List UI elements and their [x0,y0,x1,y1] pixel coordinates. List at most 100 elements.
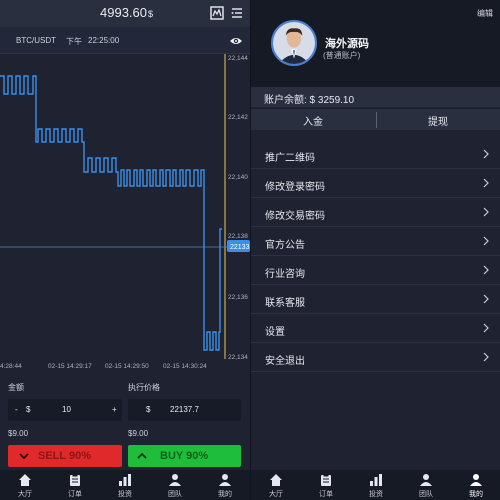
fund-actions: 入金 提现 [251,108,500,130]
menu-item-qrcode[interactable]: 推广二维码 [251,140,500,169]
menu-item-support[interactable]: 联系客服 [251,285,500,314]
balance-display: 4993.60$ [100,5,153,20]
menu-item-label: 修改交易密码 [265,211,325,222]
amount-field[interactable]: - $ 10 + [8,399,122,421]
tab-label: 我的 [218,491,232,498]
menu-item-trade-password[interactable]: 修改交易密码 [251,198,500,227]
price-chart[interactable]: 22,144 22,142 22,140 22,138 22,136 22,13… [0,54,250,370]
amount-input[interactable]: 10 [62,405,71,414]
tab-mine[interactable]: 我的 [451,470,500,500]
avatar-image [273,22,315,64]
tab-lobby[interactable]: 大厅 [0,470,50,500]
chevron-right-icon [483,265,489,275]
y-tick-5: 22,136 [228,294,248,301]
buy-button[interactable]: BUY 90% [128,445,241,467]
tab-invest[interactable]: 投资 [100,470,150,500]
x-tick-2: 02-15 14:29:17 [48,363,92,370]
menu-item-logout[interactable]: 安全退出 [251,343,500,372]
time-label: 22:25:00 [88,36,120,45]
menu-item-label: 设置 [265,327,285,338]
y-tick-2: 22,142 [228,114,248,121]
current-price-text: 22133 [230,244,250,251]
clipboard-icon [321,473,331,486]
tab-label: 团队 [168,491,182,498]
username: 海外源码 [325,38,369,50]
tab-lobby[interactable]: 大厅 [251,470,301,500]
price-input[interactable]: 22137.7 [170,405,199,414]
price-currency: $ [146,405,151,414]
tab-mine[interactable]: 我的 [200,470,250,500]
user-icon [219,474,231,486]
account-balance: 账户余额: $ 3259.10 [264,95,355,106]
profile-panel: 编辑 海外源码 (普通账户) 账户余额: $ 3259.10 入金 提现 推广二… [250,0,500,500]
y-tick-4: 22,138 [228,233,248,240]
withdraw-button[interactable]: 提现 [428,113,448,128]
top-bar: 4993.60$ [0,0,250,27]
tab-orders[interactable]: 订单 [301,470,351,500]
y-tick-3: 22,140 [228,174,248,181]
menu-item-settings[interactable]: 设置 [251,314,500,343]
balance-currency: $ [148,9,154,19]
ampm-label: 下午 [66,37,82,46]
team-icon [169,474,181,486]
chevron-right-icon [483,236,489,246]
menu-icon[interactable] [230,6,244,20]
arrow-up-icon [137,452,147,459]
amount-plus-button[interactable]: + [112,405,117,414]
menu-item-label: 联系客服 [265,298,305,309]
y-tick-6: 22,134 [228,354,248,361]
amount-minus-button[interactable]: - [15,405,18,414]
chart-type-icon[interactable] [210,6,224,20]
menu-item-label: 修改登录密码 [265,182,325,193]
menu-item-label: 推广二维码 [265,153,315,164]
account-balance-bar: 账户余额: $ 3259.10 [251,87,500,107]
x-tick-1: 4:28:44 [0,363,22,370]
y-tick-1: 22,144 [228,55,248,62]
chevron-right-icon [483,207,489,217]
tab-label: 大厅 [269,491,283,498]
tab-team[interactable]: 团队 [401,470,451,500]
chevron-right-icon [483,178,489,188]
amount-label: 金额 [8,383,24,392]
trading-panel: 4993.60$ BTC/USDT 下午 22:25:00 22,144 22,… [0,0,250,500]
menu-item-announcement[interactable]: 官方公告 [251,227,500,256]
eye-icon[interactable] [229,36,243,46]
pair-label[interactable]: BTC/USDT [16,36,56,45]
sell-button[interactable]: SELL 90% [8,445,122,467]
tab-team[interactable]: 团队 [150,470,200,500]
tab-label: 订单 [68,491,82,498]
tab-label: 我的 [469,491,483,498]
balance-value: 4993.60 [100,5,147,20]
user-icon [470,474,482,486]
tab-label: 大厅 [18,491,32,498]
home-icon [270,474,282,486]
tab-label: 订单 [319,491,333,498]
edit-link[interactable]: 编辑 [477,8,493,19]
amount-hint: $9.00 [8,429,29,438]
deposit-button[interactable]: 入金 [303,113,323,128]
menu-item-login-password[interactable]: 修改登录密码 [251,169,500,198]
menu-item-label: 官方公告 [265,240,305,251]
pair-bar: BTC/USDT 下午 22:25:00 [0,27,250,54]
arrow-down-icon [19,453,29,460]
chevron-right-icon [483,352,489,362]
bar-chart-icon [119,474,131,486]
chevron-right-icon [483,323,489,333]
chevron-right-icon [483,294,489,304]
avatar[interactable] [271,20,317,66]
tab-label: 投资 [369,491,383,498]
home-icon [19,474,31,486]
x-tick-4: 02-15 14:30:24 [163,363,207,370]
team-icon [420,474,432,486]
amount-currency: $ [26,405,31,414]
price-field[interactable]: $ 22137.7 [128,399,241,421]
clipboard-icon [70,473,80,486]
menu-item-industry-news[interactable]: 行业咨询 [251,256,500,285]
tab-invest[interactable]: 投资 [351,470,401,500]
tab-label: 投资 [118,491,132,498]
chevron-right-icon [483,149,489,159]
menu-item-label: 安全退出 [265,356,305,367]
buy-label: BUY 90% [160,450,209,462]
bar-chart-icon [370,474,382,486]
tab-orders[interactable]: 订单 [50,470,100,500]
